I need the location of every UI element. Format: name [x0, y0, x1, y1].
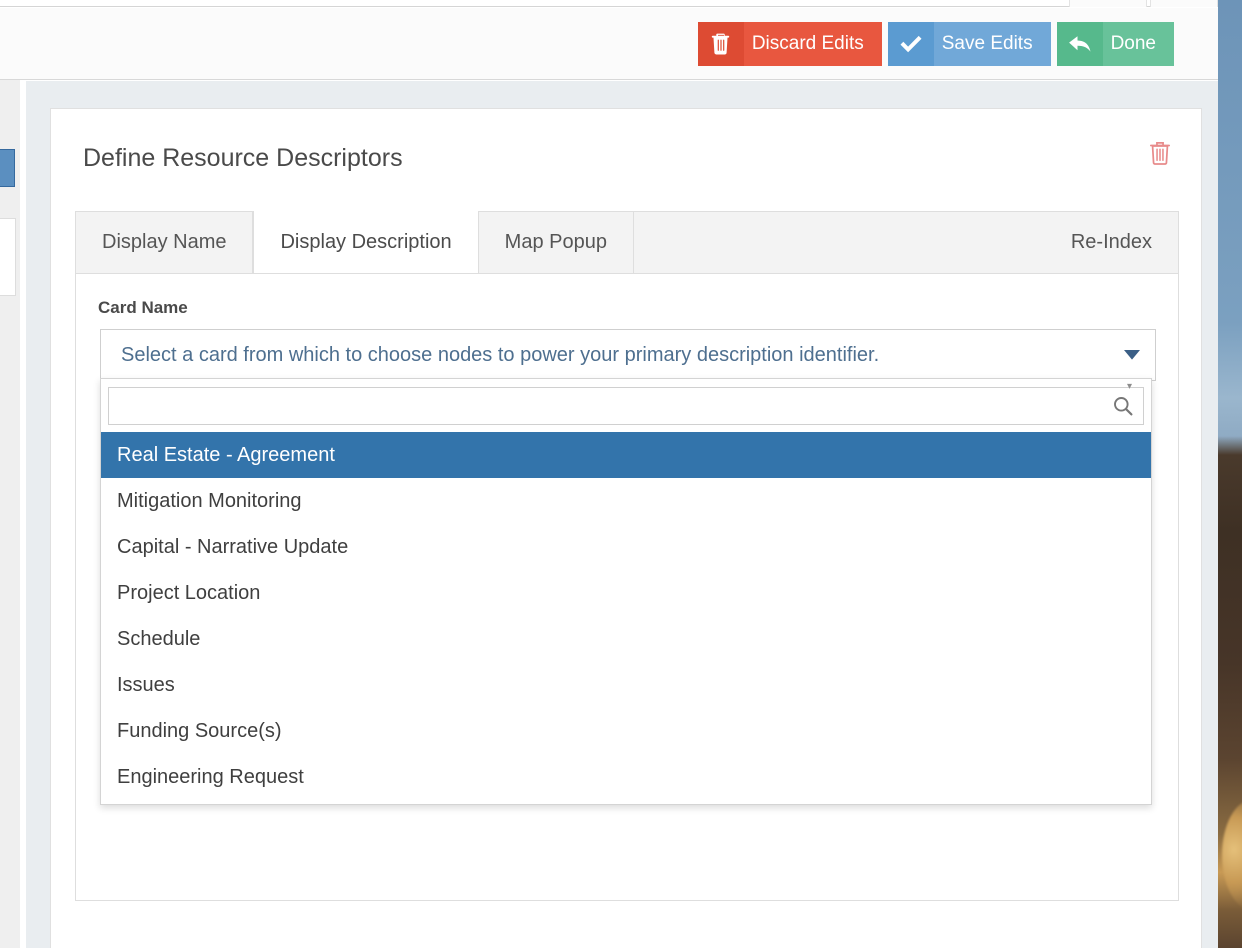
left-panel-sliver — [0, 18, 20, 948]
dropdown-option[interactable]: Engineering Request — [101, 754, 1151, 800]
resource-descriptors-card: Define Resource Descriptors Display Name… — [50, 108, 1202, 948]
dropdown-option-list: Real Estate - Agreement Mitigation Monit… — [101, 432, 1151, 804]
done-label: Done — [1110, 33, 1156, 54]
display-description-panel: Card Name Select a card from which to ch… — [75, 273, 1179, 901]
left-panel-white-card-sliver — [0, 218, 16, 296]
top-chrome-segment-b — [1150, 0, 1218, 7]
dropdown-option[interactable]: Mitigation Monitoring — [101, 478, 1151, 524]
check-icon — [887, 22, 934, 66]
dropdown-option[interactable]: Capital - Narrative Update — [101, 524, 1151, 570]
tab-display-name[interactable]: Display Name — [76, 212, 254, 273]
page-title: Define Resource Descriptors — [83, 144, 403, 172]
dropdown-collapse-caret-icon: ▾ — [1126, 381, 1133, 392]
dropdown-option[interactable]: Issues — [101, 662, 1151, 708]
save-edits-label: Save Edits — [941, 33, 1033, 54]
tab-display-description[interactable]: Display Description — [253, 211, 479, 274]
tab-bar-spacer — [634, 212, 1045, 273]
top-chrome-segment-a — [1069, 0, 1147, 7]
save-edits-button[interactable]: Save Edits — [887, 22, 1051, 66]
left-panel-selected-item-sliver[interactable] — [0, 149, 15, 187]
discard-edits-label: Discard Edits — [751, 33, 864, 54]
card-name-select[interactable]: Select a card from which to choose nodes… — [100, 329, 1156, 381]
trash-icon — [697, 22, 744, 66]
dropdown-search-input[interactable] — [108, 387, 1144, 425]
card-name-label: Card Name — [98, 298, 188, 317]
chevron-down-icon — [1109, 350, 1155, 360]
discard-edits-button[interactable]: Discard Edits — [697, 22, 882, 66]
undo-arrow-icon — [1056, 22, 1103, 66]
card-name-dropdown: ▾ Real Estate - Agreement Mitigation Mon… — [100, 378, 1152, 805]
re-index-action[interactable]: Re-Index — [1045, 212, 1178, 273]
card-name-select-value: Select a card from which to choose nodes… — [121, 343, 880, 366]
dropdown-search-row: ▾ — [101, 379, 1151, 432]
dropdown-option[interactable]: Funding Source(s) — [101, 708, 1151, 754]
top-chrome-strip — [0, 0, 1218, 7]
tab-bar: Display Name Display Description Map Pop… — [75, 211, 1179, 274]
panel-bottom-strip — [75, 901, 1179, 903]
page-content-area: Define Resource Descriptors Display Name… — [26, 81, 1218, 948]
app-root: Discard Edits Save Edits Done Define Res… — [0, 0, 1242, 948]
action-toolbar: Discard Edits Save Edits Done — [0, 8, 1218, 80]
dropdown-option[interactable]: Project Location — [101, 570, 1151, 616]
tab-map-popup[interactable]: Map Popup — [479, 212, 634, 273]
done-button[interactable]: Done — [1056, 22, 1174, 66]
toolbar-button-group: Discard Edits Save Edits Done — [697, 22, 1174, 66]
delete-card-trash-icon[interactable] — [1147, 139, 1173, 167]
dropdown-option[interactable]: Schedule — [101, 616, 1151, 662]
dropdown-option[interactable]: Real Estate - Agreement — [101, 432, 1151, 478]
